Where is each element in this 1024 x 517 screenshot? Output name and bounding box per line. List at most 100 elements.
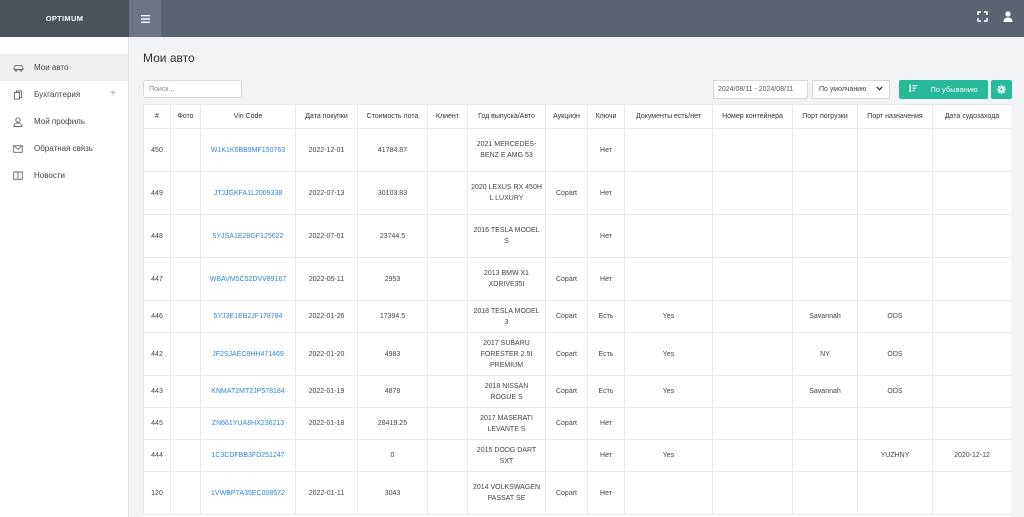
row-number: 443 [143, 375, 171, 408]
keys-cell: Есть [587, 332, 625, 376]
photo-cell [170, 332, 201, 376]
vin-link[interactable]: W1K1K6BB9MF150763 [200, 128, 296, 172]
container-number [712, 300, 793, 333]
sidebar-item-accounting[interactable]: Бухгалтерия + [0, 81, 128, 108]
purchase-date: 2022-07-01 [295, 214, 358, 258]
keys-cell: Есть [587, 375, 625, 408]
auction-cell [545, 214, 588, 258]
client-cell [427, 214, 468, 258]
auction-cell: Copart [545, 471, 588, 515]
expand-plus-icon[interactable]: + [110, 89, 116, 99]
menu-toggle-button[interactable] [129, 0, 161, 37]
column-header[interactable]: Фото [170, 104, 201, 129]
date-range-input[interactable] [713, 80, 808, 99]
hamburger-icon [140, 12, 150, 26]
year-model: 2018 NISSAN ROGUE S [467, 375, 546, 408]
fullscreen-button[interactable] [975, 11, 989, 25]
row-number: 449 [143, 171, 171, 215]
column-header[interactable]: Ключи [587, 104, 625, 129]
column-header[interactable]: Аукцион [545, 104, 588, 129]
book-icon [12, 89, 24, 101]
year-model: 2018 TESLA MODEL 3 [467, 300, 546, 333]
loading-port [792, 128, 858, 172]
sort-desc-button[interactable]: По убыванию [899, 80, 988, 99]
auction-cell: Copart [545, 171, 588, 215]
column-header[interactable]: Дата покупки [295, 104, 358, 129]
sidebar-item-feedback[interactable]: Обратная связь [0, 135, 128, 162]
vin-link[interactable]: 1VWBP7A35EC008572 [200, 471, 296, 515]
table-body: 450 W1K1K6BB9MF150763 2022-12-01 41784.87 20… [143, 128, 1011, 515]
column-header[interactable]: Стоимость лота [357, 104, 428, 129]
column-header[interactable]: Клиент [427, 104, 468, 129]
table-row[interactable]: 442 JF2SJAEC8HH471469 2022-01-20 4983 2017 S… [143, 332, 1011, 376]
column-header[interactable]: Порт погрузки [792, 104, 858, 129]
purchase-date: 2022-05-11 [295, 257, 358, 301]
lot-price: 23744.5 [357, 214, 428, 258]
table-row[interactable]: 449 JTJJGKFA1L2009338 2022-07-13 30103.83 20… [143, 171, 1011, 215]
newspaper-icon [12, 170, 24, 182]
page-title: Мои авто [143, 51, 195, 65]
documents-cell: Yes [624, 332, 713, 376]
table-row[interactable]: 450 W1K1K6BB9MF150763 2022-12-01 41784.87 20… [143, 128, 1011, 172]
table-row[interactable]: 446 5YJ3E1EB2JF178784 2022-01-26 17394.5 201… [143, 300, 1011, 333]
column-header[interactable]: Номер контейнера [712, 104, 793, 129]
lot-price: 3043 [357, 471, 428, 515]
year-model: 2013 BMW X1 XDRIVE35I [467, 257, 546, 301]
loading-port: Savannah [792, 375, 858, 408]
lot-price: 2953 [357, 257, 428, 301]
table-row[interactable]: 444 1C3CDFBB3FD251247 0 2015 DODG DART SXT Н… [143, 439, 1011, 472]
column-header[interactable]: Дата судозахода [932, 104, 1011, 129]
departure-date [932, 300, 1011, 333]
container-number [712, 171, 793, 215]
row-number: 447 [143, 257, 171, 301]
photo-cell [170, 300, 201, 333]
sidebar-item-my-profile[interactable]: Мой профиль [0, 108, 128, 135]
order-select-value: По умолчанию [819, 86, 867, 93]
user-icon [12, 116, 24, 128]
sidebar-item-label: Обратная связь [34, 144, 93, 153]
purchase-date: 2022-12-01 [295, 128, 358, 172]
cars-table-container: # Фото Vin Code Дата покупки Стоимость л… [143, 104, 1011, 517]
container-number [712, 332, 793, 376]
departure-date [932, 171, 1011, 215]
column-header[interactable]: Документы есть/нет [624, 104, 713, 129]
search-input[interactable] [143, 80, 242, 98]
auction-cell [545, 128, 588, 172]
column-header[interactable]: # [143, 104, 171, 129]
loading-port [792, 407, 858, 440]
destination-port [857, 214, 933, 258]
documents-cell [624, 171, 713, 215]
documents-cell: Yes [624, 375, 713, 408]
vin-link[interactable]: 1C3CDFBB3FD251247 [200, 439, 296, 472]
sidebar-item-my-cars[interactable]: Мои авто [0, 54, 128, 81]
destination-port [857, 257, 933, 301]
auction-cell: Copart [545, 257, 588, 301]
column-header[interactable]: Год выпуска/Авто [467, 104, 546, 129]
auction-cell [545, 439, 588, 472]
table-row[interactable]: 448 5YJSA1E28GF125622 2022-07-01 23744.5 201… [143, 214, 1011, 258]
table-row[interactable]: 447 WBAVM5C52DVV89167 2022-05-11 2953 2013 B… [143, 257, 1011, 301]
vin-link[interactable]: WBAVM5C52DVV89167 [200, 257, 296, 301]
vin-link[interactable]: JTJJGKFA1L2009338 [200, 171, 296, 215]
vin-link[interactable]: JF2SJAEC8HH471469 [200, 332, 296, 376]
keys-cell: Нет [587, 407, 625, 440]
order-select[interactable]: По умолчанию [812, 80, 890, 99]
table-row[interactable]: 120 1VWBP7A35EC008572 2022-01-11 3043 2014 V… [143, 471, 1011, 515]
row-number: 442 [143, 332, 171, 376]
column-header[interactable]: Vin Code [200, 104, 296, 129]
table-row[interactable]: 443 KNMAT2MT2JP578184 2022-01-19 4878 2018 N… [143, 375, 1011, 408]
vin-link[interactable]: KNMAT2MT2JP578184 [200, 375, 296, 408]
sidebar-item-label: Мой профиль [34, 117, 86, 126]
table-settings-button[interactable] [991, 80, 1012, 99]
column-header[interactable]: Порт назначения [857, 104, 933, 129]
table-row[interactable]: 445 ZN661YUA8HX236213 2022-01-18 28419.25 20… [143, 407, 1011, 440]
vin-link[interactable]: 5YJSA1E28GF125622 [200, 214, 296, 258]
user-menu-button[interactable] [1001, 11, 1015, 25]
vin-link[interactable]: ZN661YUA8HX236213 [200, 407, 296, 440]
destination-port [857, 471, 933, 515]
vin-link[interactable]: 5YJ3E1EB2JF178784 [200, 300, 296, 333]
year-model: 2021 MERCEDES-BENZ E AMG 53 [467, 128, 546, 172]
sidebar-item-label: Бухгалтерия [34, 90, 81, 99]
brand-logo[interactable]: OPTIMUM [0, 0, 129, 37]
sidebar-item-news[interactable]: Новости [0, 162, 128, 189]
